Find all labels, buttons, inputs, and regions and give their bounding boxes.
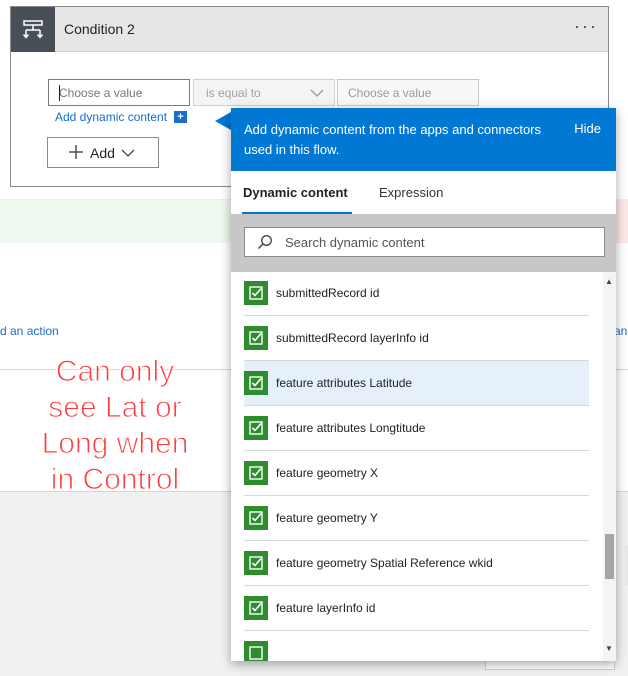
tab-dynamic-content[interactable]: Dynamic content xyxy=(243,185,348,200)
checklist-icon xyxy=(244,596,268,620)
list-item[interactable]: feature geometry X xyxy=(244,450,589,495)
search-icon xyxy=(257,234,273,255)
annotation-callout: Can only see Lat or Long when in Control xyxy=(41,355,189,497)
list-item-label: submittedRecord id xyxy=(276,286,380,300)
list-item-label: submittedRecord layerInfo id xyxy=(276,331,429,345)
add-action-link[interactable]: d an action xyxy=(0,324,59,338)
list-item-selected[interactable]: feature attributes Latitude xyxy=(244,360,589,405)
add-button[interactable]: Add xyxy=(47,137,159,168)
plus-icon xyxy=(68,144,84,162)
search-box[interactable] xyxy=(244,227,605,257)
add-action-link-right[interactable]: an xyxy=(614,324,627,338)
add-dynamic-content-plus-icon[interactable]: + xyxy=(174,111,187,123)
operator-dropdown[interactable]: is equal to xyxy=(193,79,335,106)
flyout-header: Add dynamic content from the apps and co… xyxy=(231,108,616,171)
checklist-icon xyxy=(244,551,268,575)
list-item-label: feature attributes Latitude xyxy=(276,376,413,390)
search-area xyxy=(231,214,616,272)
list-item[interactable]: feature layerInfo id xyxy=(244,585,589,630)
chevron-down-icon xyxy=(310,87,324,101)
scroll-down-icon[interactable]: ▼ xyxy=(605,644,613,653)
list-item[interactable]: submittedRecord id xyxy=(244,272,589,315)
list-item-label: feature geometry Spatial Reference wkid xyxy=(276,556,493,570)
list-item[interactable]: feature geometry Y xyxy=(244,495,589,540)
scroll-up-icon[interactable]: ▲ xyxy=(605,277,613,286)
list-item-label: feature attributes Longtitude xyxy=(276,421,426,435)
dynamic-content-flyout: Add dynamic content from the apps and co… xyxy=(231,108,616,661)
list-item-label: feature layerInfo id xyxy=(276,601,376,615)
flyout-description: Add dynamic content from the apps and co… xyxy=(244,122,542,157)
checklist-icon xyxy=(244,506,268,530)
more-options-icon[interactable]: ··· xyxy=(574,16,598,37)
card-header[interactable]: Condition 2 ··· xyxy=(11,7,608,52)
right-value-input[interactable]: Choose a value xyxy=(337,79,479,106)
right-value-placeholder: Choose a value xyxy=(348,86,432,100)
search-input[interactable] xyxy=(285,228,595,256)
operator-value: is equal to xyxy=(206,86,261,100)
add-dynamic-content-link[interactable]: Add dynamic content xyxy=(55,110,167,124)
list-item[interactable]: feature geometry Spatial Reference wkid xyxy=(244,540,589,585)
checklist-icon xyxy=(244,326,268,350)
condition-icon xyxy=(11,7,55,52)
text-caret xyxy=(59,85,60,101)
checklist-icon xyxy=(244,461,268,485)
list-scrollbar[interactable]: ▲ ▼ xyxy=(603,272,616,661)
checklist-icon xyxy=(244,641,268,661)
checklist-icon xyxy=(244,281,268,305)
dynamic-content-list: submittedRecord id submittedRecord layer… xyxy=(231,272,601,661)
flyout-pointer xyxy=(215,112,231,130)
left-value-placeholder: Choose a value xyxy=(59,86,143,100)
checklist-icon xyxy=(244,416,268,440)
list-item-label: feature geometry X xyxy=(276,466,379,480)
card-title[interactable]: Condition 2 xyxy=(64,21,135,37)
add-button-label: Add xyxy=(90,144,115,161)
scroll-thumb[interactable] xyxy=(605,534,614,579)
error-banner-edge xyxy=(616,199,628,243)
list-item[interactable]: submittedRecord layerInfo id xyxy=(244,315,589,360)
hide-button[interactable]: Hide xyxy=(574,121,601,136)
tab-expression[interactable]: Expression xyxy=(379,185,443,200)
checklist-icon xyxy=(244,371,268,395)
list-item-label: feature geometry Y xyxy=(276,511,378,525)
chevron-down-icon xyxy=(121,145,135,161)
list-item-partial[interactable] xyxy=(244,630,589,661)
left-value-input[interactable]: Choose a value xyxy=(48,79,190,106)
list-item[interactable]: feature attributes Longtitude xyxy=(244,405,589,450)
